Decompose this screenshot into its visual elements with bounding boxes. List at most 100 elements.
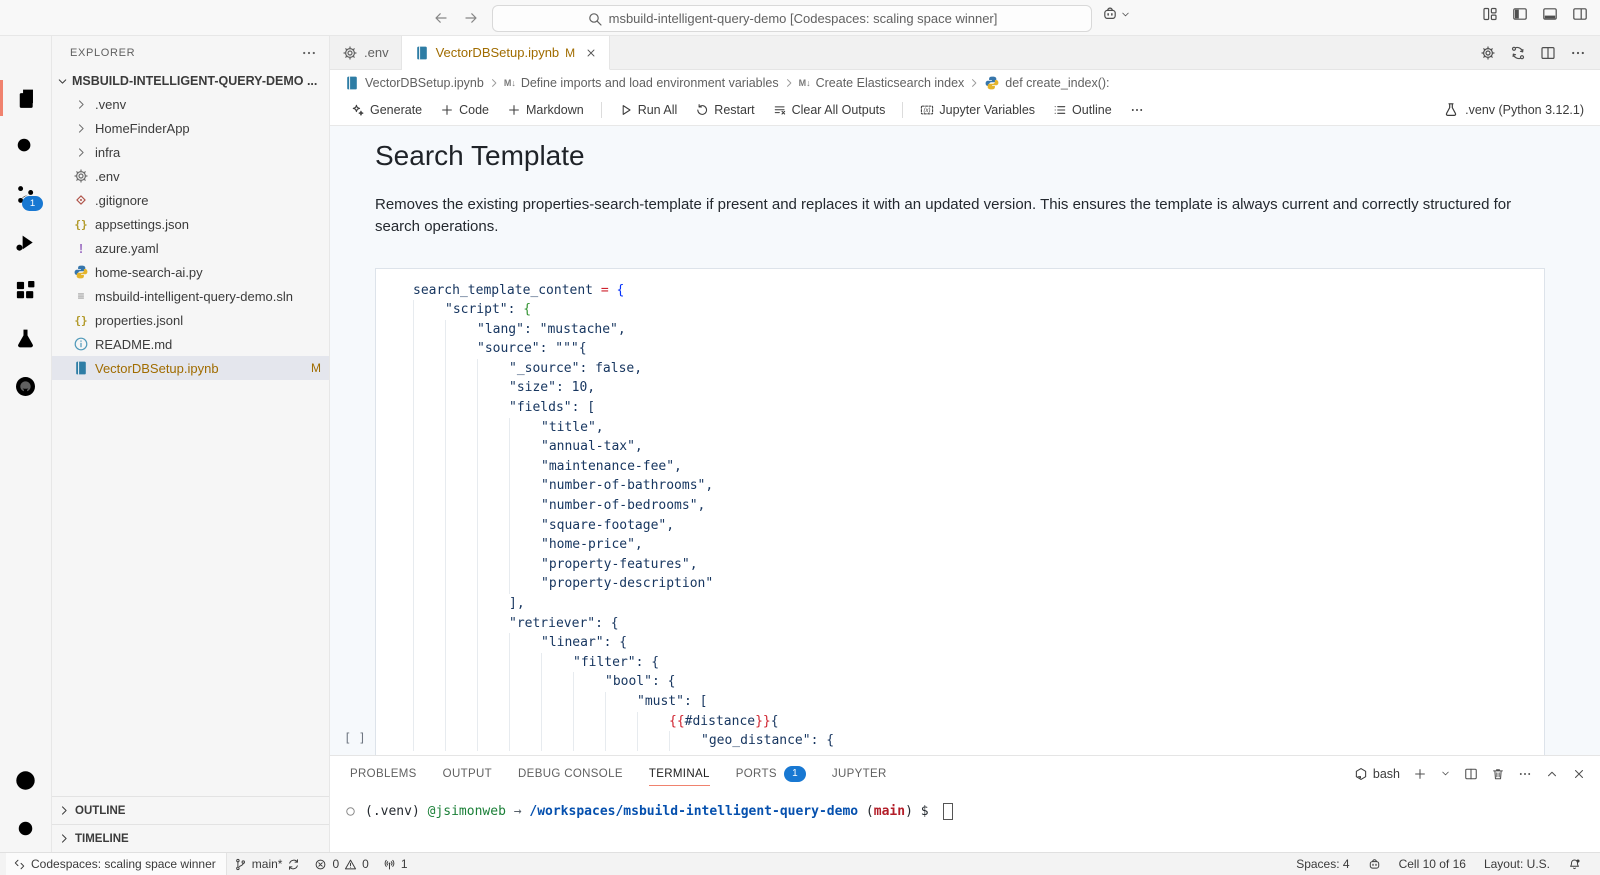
explorer-actions-icon[interactable] xyxy=(301,45,317,61)
copilot-status[interactable] xyxy=(1361,858,1388,871)
chevron-down-icon xyxy=(1120,9,1131,20)
editor-action-gear-icon[interactable] xyxy=(1480,45,1496,61)
file-tree-item[interactable]: {} properties.jsonl xyxy=(52,308,329,332)
file-tree-item[interactable]: .gitignore xyxy=(52,188,329,212)
ports-indicator[interactable]: 1 xyxy=(376,853,415,875)
panel-tab-terminal[interactable]: TERMINAL xyxy=(649,756,710,791)
file-tree-item[interactable]: VectorDBSetup.ipynb M xyxy=(52,356,329,380)
copilot-menu[interactable] xyxy=(1102,6,1131,22)
command-center-search[interactable]: msbuild-intelligent-query-demo [Codespac… xyxy=(492,5,1092,32)
status-bar: Codespaces: scaling space winnermain*00 1… xyxy=(0,852,1600,875)
terminal[interactable]: (.venv) @jsimonweb → /workspaces/msbuild… xyxy=(330,803,1600,820)
activity-item-search[interactable] xyxy=(0,122,51,170)
cell-indicator[interactable]: Cell 10 of 16 xyxy=(1392,857,1473,871)
activity-item-extensions[interactable] xyxy=(0,266,51,314)
keyboard-layout-indicator[interactable]: Layout: U.S. xyxy=(1477,857,1557,871)
panel-tab-label: PROBLEMS xyxy=(350,768,417,780)
breadcrumb-item[interactable]: def create_index(): xyxy=(984,75,1109,91)
panel-tab-debug-console[interactable]: DEBUG CONSOLE xyxy=(518,756,623,791)
warning-count: 0 xyxy=(362,857,369,871)
panel-tab-jupyter[interactable]: JUPYTER xyxy=(832,756,887,791)
toolbar-button-run-all[interactable]: Run All xyxy=(612,100,685,120)
breadcrumb-item[interactable]: M↓Define imports and load environment va… xyxy=(504,76,779,90)
activity-item-testing[interactable] xyxy=(0,314,51,362)
file-name: HomeFinderApp xyxy=(95,121,190,136)
panel-tab-ports[interactable]: PORTS 1 xyxy=(736,756,806,791)
problems-indicator[interactable]: 00 xyxy=(307,853,375,875)
panel-action-plus-icon[interactable] xyxy=(1413,767,1427,781)
panel-tab-output[interactable]: OUTPUT xyxy=(443,756,492,791)
editor-action-split-icon[interactable] xyxy=(1540,45,1556,61)
ports-count: 1 xyxy=(401,857,408,871)
panel-action-split-icon[interactable] xyxy=(1464,767,1478,781)
branch-icon xyxy=(234,858,247,871)
list-icon xyxy=(1053,103,1067,117)
activity-item-files[interactable] xyxy=(0,74,51,122)
editor-action-more-icon[interactable] xyxy=(1570,45,1586,61)
activity-item-source-control[interactable]: 1 xyxy=(0,170,51,218)
activity-item-account[interactable] xyxy=(0,756,51,804)
toggle-panel-icon[interactable] xyxy=(1542,6,1558,22)
notifications-bell[interactable] xyxy=(1561,858,1588,871)
toolbar-button-more[interactable] xyxy=(1123,100,1151,120)
svg-text:(x): (x) xyxy=(924,108,931,114)
git-icon xyxy=(73,192,89,208)
activity-item-settings[interactable] xyxy=(0,804,51,852)
toolbar-button-outline[interactable]: Outline xyxy=(1046,100,1119,120)
toolbar-button-restart[interactable]: Restart xyxy=(688,100,761,120)
breadcrumb-item[interactable]: VectorDBSetup.ipynb xyxy=(344,75,484,91)
panel-action-more-icon[interactable] xyxy=(1518,767,1532,781)
sidebar-section-outline[interactable]: OUTLINE xyxy=(52,796,329,824)
panel-action-chevron-down-icon[interactable] xyxy=(1440,768,1451,779)
toolbar-button-markdown[interactable]: Markdown xyxy=(500,100,591,120)
nav-back-icon[interactable] xyxy=(430,7,452,29)
toolbar-divider xyxy=(601,102,602,118)
workspace-root-folder[interactable]: MSBUILD-INTELLIGENT-QUERY-DEMO ... xyxy=(52,70,329,92)
python-icon xyxy=(984,75,1000,91)
editor-action-kernel-switch-icon[interactable] xyxy=(1510,45,1526,61)
ports-badge: 1 xyxy=(784,766,806,782)
toolbar-button-jupyter-variables[interactable]: (x)Jupyter Variables xyxy=(913,100,1042,120)
bell-icon xyxy=(1568,858,1581,871)
sidebar-section-timeline[interactable]: TIMELINE xyxy=(52,824,329,852)
nav-forward-icon[interactable] xyxy=(460,7,482,29)
file-tree-item[interactable]: ≡ msbuild-intelligent-query-demo.sln xyxy=(52,284,329,308)
kernel-picker[interactable]: .venv (Python 3.12.1) xyxy=(1443,102,1584,118)
panel-action-close-icon[interactable] xyxy=(1572,767,1586,781)
file-tree-item[interactable]: infra xyxy=(52,140,329,164)
code-cell[interactable]: search_template_content = {"script": {"l… xyxy=(375,268,1545,756)
remote-indicator[interactable]: Codespaces: scaling space winner xyxy=(6,853,227,875)
code-line: "size": 10, xyxy=(413,378,1544,398)
file-tree-item[interactable]: ! azure.yaml xyxy=(52,236,329,260)
more-icon xyxy=(1130,103,1144,117)
file-name: README.md xyxy=(95,337,172,352)
editor-tab[interactable]: VectorDBSetup.ipynb M xyxy=(402,36,611,70)
editor-tab[interactable]: .env xyxy=(330,36,402,69)
activity-item-menu[interactable] xyxy=(0,36,51,74)
panel-tab-problems[interactable]: PROBLEMS xyxy=(350,756,417,791)
breadcrumb-item[interactable]: M↓Create Elasticsearch index xyxy=(799,76,965,90)
folder-icon xyxy=(75,122,88,135)
customize-layout-icon[interactable] xyxy=(1482,6,1498,22)
indentation-indicator[interactable]: Spaces: 4 xyxy=(1289,857,1356,871)
panel-actions: bash xyxy=(1354,756,1586,791)
toggle-secondary-sidebar-icon[interactable] xyxy=(1572,6,1588,22)
file-tree-item[interactable]: home-search-ai.py xyxy=(52,260,329,284)
terminal-shell-selector[interactable]: bash xyxy=(1354,767,1400,781)
toolbar-button-clear-all-outputs[interactable]: Clear All Outputs xyxy=(766,100,893,120)
toggle-sidebar-icon[interactable] xyxy=(1512,6,1528,22)
branch-indicator[interactable]: main* xyxy=(227,853,308,875)
activity-item-github[interactable] xyxy=(0,362,51,410)
activity-item-run-debug[interactable] xyxy=(0,218,51,266)
toolbar-button-code[interactable]: Code xyxy=(433,100,496,120)
file-tree-item[interactable]: {} appsettings.json xyxy=(52,212,329,236)
file-tree-item[interactable]: HomeFinderApp xyxy=(52,116,329,140)
toolbar-button-generate[interactable]: Generate xyxy=(344,100,429,120)
file-tree-item[interactable]: .env xyxy=(52,164,329,188)
close-tab-icon[interactable] xyxy=(585,47,597,59)
panel-action-trash-icon[interactable] xyxy=(1491,767,1505,781)
panel-action-chevron-up-icon[interactable] xyxy=(1545,767,1559,781)
file-tree-item[interactable]: .venv xyxy=(52,92,329,116)
plus-icon xyxy=(507,103,521,117)
file-tree-item[interactable]: README.md xyxy=(52,332,329,356)
